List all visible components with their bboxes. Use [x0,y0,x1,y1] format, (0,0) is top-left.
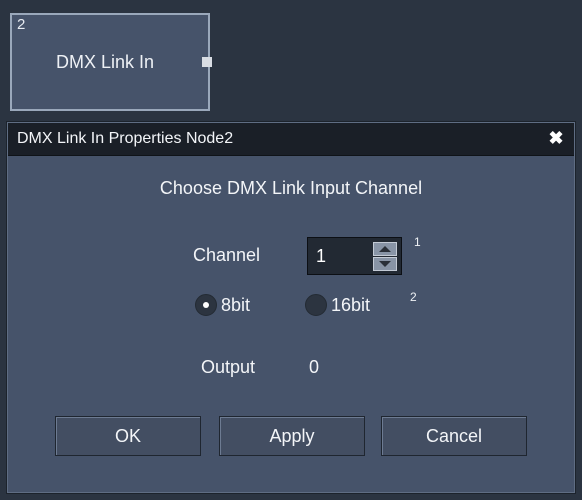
channel-value[interactable]: 1 [316,246,326,267]
dmx-link-in-node[interactable]: 2 DMX Link In [10,13,212,111]
channel-spinbox[interactable]: 1 [307,237,402,275]
spin-down-button[interactable] [373,257,397,271]
node-label: DMX Link In [56,52,155,72]
arrow-up-icon [379,246,391,252]
output-port-icon[interactable] [202,57,212,67]
ok-button[interactable]: OK [55,416,201,456]
properties-dialog: DMX Link In Properties Node2 ✖ Choose DM… [6,121,576,494]
apply-button[interactable]: Apply [219,416,365,456]
cancel-button[interactable]: Cancel [381,416,527,456]
output-label: Output [201,357,256,377]
dialog-titlebar[interactable]: DMX Link In Properties Node2 ✖ [8,123,574,156]
radio-selected-dot [203,302,209,308]
channel-superscript: 1 [414,235,421,249]
channel-label: Channel [193,245,261,265]
arrow-down-icon [379,261,391,267]
node-number: 2 [17,16,26,33]
label-16bit[interactable]: 16bit [331,295,370,316]
dialog-title: DMX Link In Properties Node2 [17,130,234,147]
radio-8bit[interactable] [195,294,217,316]
bitmode-superscript: 2 [410,290,417,304]
output-value: 0 [309,357,320,377]
radio-16bit[interactable] [305,294,327,316]
label-8bit[interactable]: 8bit [221,295,250,316]
dialog-heading: Choose DMX Link Input Channel [159,178,423,198]
spin-up-button[interactable] [373,242,397,256]
close-icon[interactable]: ✖ [546,128,566,148]
